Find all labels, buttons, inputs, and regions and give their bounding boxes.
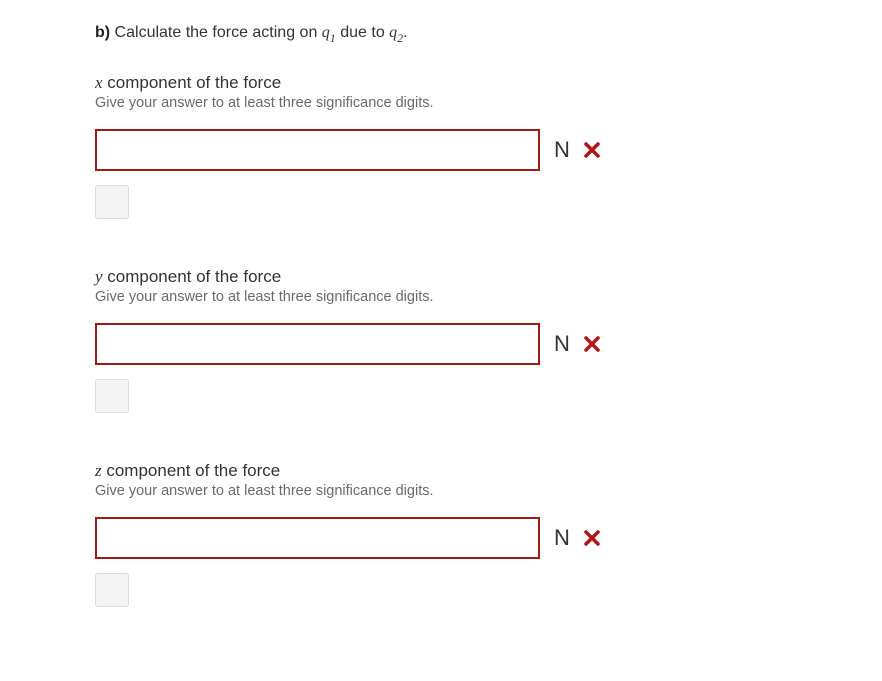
answer-input-z[interactable] (95, 517, 540, 559)
question-hint: Give your answer to at least three signi… (95, 289, 882, 305)
answer-row: N (95, 517, 882, 559)
answer-input-x[interactable] (95, 129, 540, 171)
question-hint: Give your answer to at least three signi… (95, 95, 882, 111)
component-var: z (95, 461, 102, 480)
unit-label: N (554, 525, 570, 551)
question-prompt: b) Calculate the force acting on q1 due … (95, 24, 882, 45)
component-var: y (95, 267, 103, 286)
incorrect-icon (584, 142, 600, 158)
question-z-block: z component of the force Give your answe… (95, 461, 882, 607)
var-q2: q (389, 24, 397, 41)
question-title: x component of the force (95, 73, 882, 93)
feedback-toggle-button[interactable] (95, 379, 129, 413)
unit-label: N (554, 331, 570, 357)
var-q2-sub: 2 (397, 31, 403, 45)
incorrect-icon (584, 530, 600, 546)
prompt-text-after: . (403, 24, 407, 41)
question-hint: Give your answer to at least three signi… (95, 483, 882, 499)
feedback-toggle-button[interactable] (95, 573, 129, 607)
question-title: y component of the force (95, 267, 882, 287)
component-var: x (95, 73, 103, 92)
var-q1: q (322, 24, 330, 41)
var-q1-sub: 1 (330, 31, 336, 45)
component-title-rest: component of the force (102, 461, 281, 480)
question-y-block: y component of the force Give your answe… (95, 267, 882, 413)
component-title-rest: component of the force (103, 73, 282, 92)
incorrect-icon (584, 336, 600, 352)
component-title-rest: component of the force (103, 267, 282, 286)
feedback-toggle-button[interactable] (95, 185, 129, 219)
prompt-text-before: Calculate the force acting on (110, 24, 322, 41)
unit-label: N (554, 137, 570, 163)
answer-row: N (95, 129, 882, 171)
question-x-block: x component of the force Give your answe… (95, 73, 882, 219)
prompt-text-mid: due to (336, 24, 389, 41)
answer-input-y[interactable] (95, 323, 540, 365)
answer-row: N (95, 323, 882, 365)
part-label: b) (95, 24, 110, 41)
question-title: z component of the force (95, 461, 882, 481)
